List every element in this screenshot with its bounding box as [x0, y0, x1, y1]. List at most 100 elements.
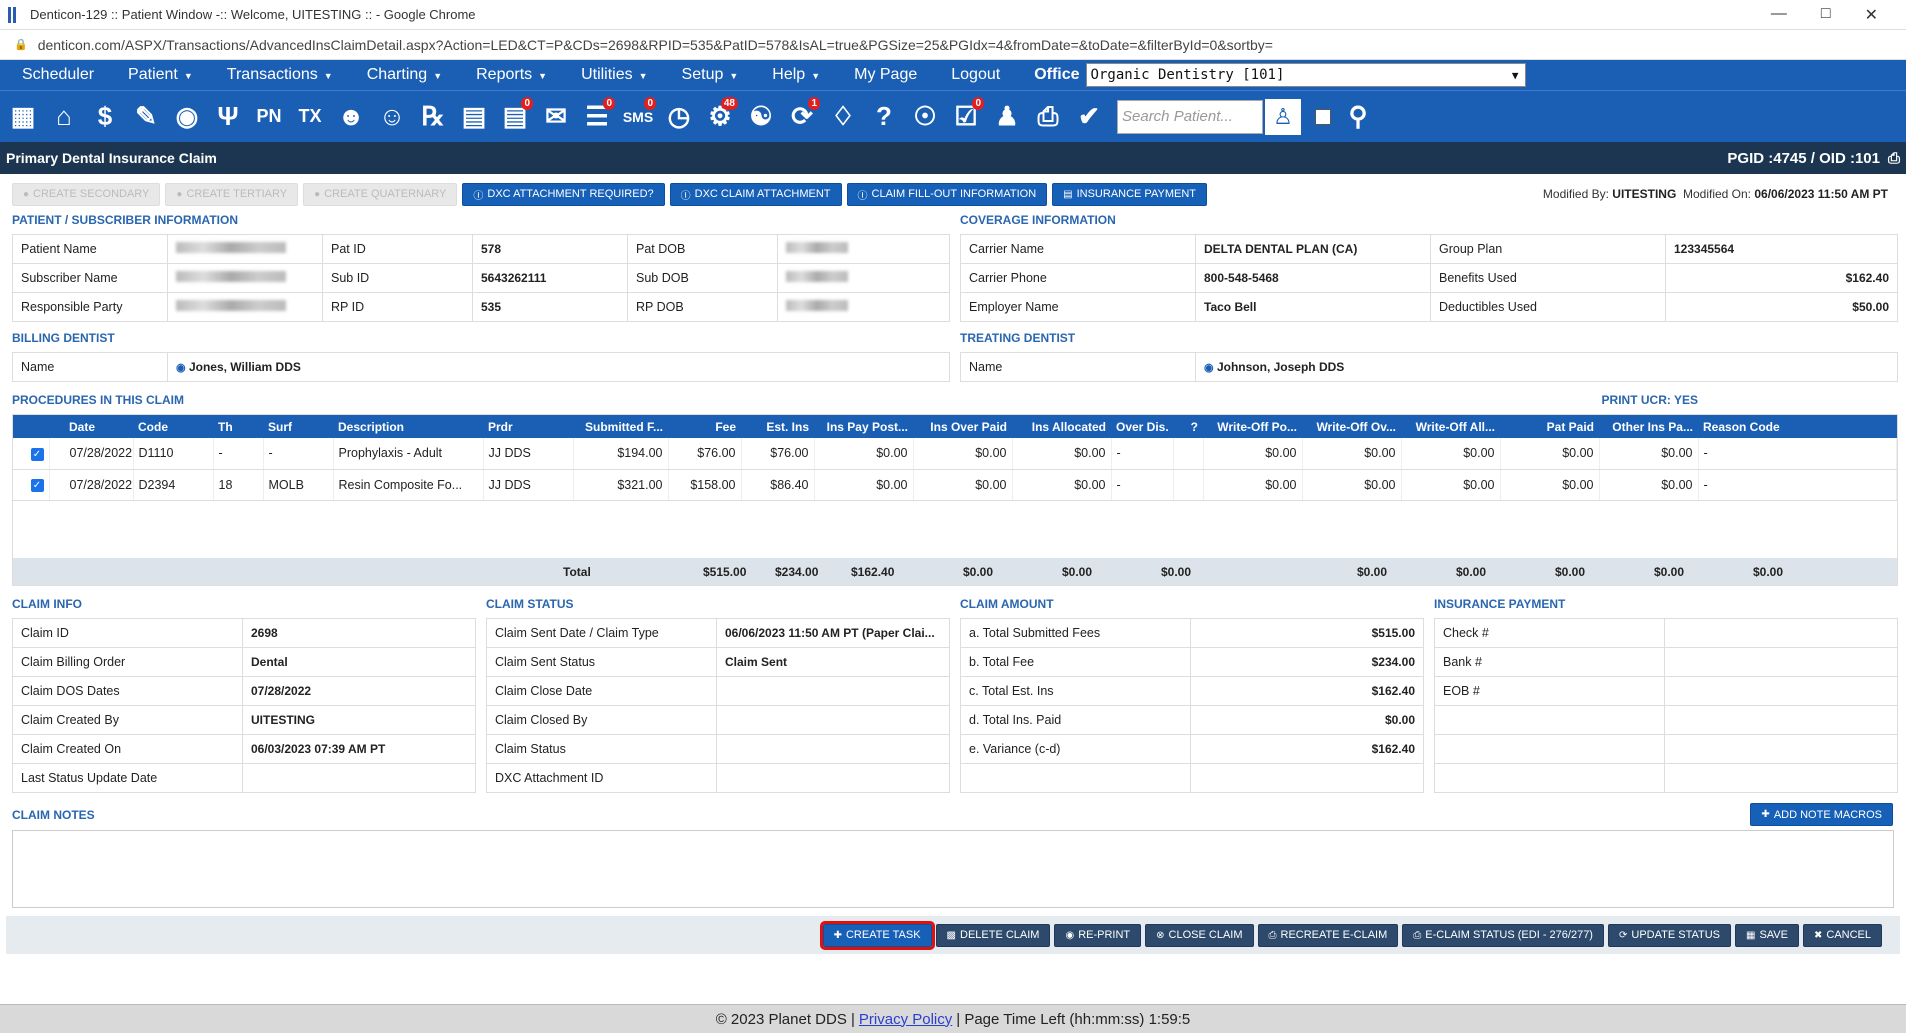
create-task-button[interactable]: ✚ CREATE TASK [819, 920, 935, 950]
menu-transactions[interactable]: Transactions ▼ [227, 66, 333, 84]
column-help-icon[interactable]: ? [1173, 415, 1203, 438]
claims-icon[interactable]: ▤ 0 [496, 96, 534, 137]
group-icon[interactable]: ♟ [988, 97, 1026, 137]
table-row[interactable]: ✓ 07/28/2022 D1110 - - Prophylaxis - Adu… [13, 438, 1897, 470]
privacy-policy-link[interactable]: Privacy Policy [859, 1011, 952, 1028]
office-select[interactable]: Organic Dentistry [101] ▼ [1085, 63, 1526, 87]
close-claim-button[interactable]: ⊗ CLOSE CLAIM [1145, 923, 1254, 947]
notes-header: CLAIM NOTES ✚ ADD NOTE MACROS [12, 803, 1898, 826]
note-icon[interactable]: ▤ [455, 97, 493, 137]
prescription-icon[interactable]: ℞ [414, 97, 452, 137]
save-button[interactable]: ▦ SAVE [1735, 923, 1799, 947]
alerts-icon[interactable]: ⚙ 48 [701, 96, 739, 137]
search-patient-input[interactable]: Search Patient... [1117, 99, 1263, 134]
row-checkbox[interactable]: ✓ [30, 447, 44, 461]
redacted-value [786, 300, 848, 311]
claim-fill-out-button[interactable]: ⓘ CLAIM FILL-OUT INFORMATION [846, 182, 1048, 206]
toolbar-checkbox[interactable] [1315, 108, 1331, 125]
table-row[interactable]: ✓ 07/28/2022 D2394 18 MOLB Resin Composi… [13, 469, 1897, 501]
cancel-button[interactable]: ✖ CANCEL [1802, 923, 1882, 947]
caret-down-icon: ▼ [729, 71, 739, 81]
edit-chart-icon[interactable]: ✎ [127, 97, 165, 137]
treatment-icon[interactable]: TX [291, 97, 329, 137]
caret-down-icon: ▼ [183, 71, 193, 81]
redacted-value [176, 300, 286, 311]
eye-icon[interactable]: ◉ [176, 362, 186, 374]
menu-charting[interactable]: Charting ▼ [367, 66, 442, 84]
printer-icon[interactable]: ⎙ [1888, 150, 1900, 167]
user-search-icon[interactable]: ⚲ [1339, 97, 1377, 137]
insurance-payment-title: INSURANCE PAYMENT [1434, 597, 1566, 611]
caret-down-icon: ▼ [433, 71, 443, 81]
reminders-icon[interactable]: ⟳ 1 [783, 96, 821, 137]
close-icon[interactable]: ✕ [1865, 5, 1878, 25]
maximize-icon[interactable]: □ [1821, 5, 1831, 25]
insurance-payment-button[interactable]: ▤ INSURANCE PAYMENT [1052, 182, 1207, 206]
dxc-attachment-required-button[interactable]: ⓘ DXC ATTACHMENT REQUIRED? [462, 182, 665, 206]
dxc-claim-attachment-button[interactable]: ⓘ DXC CLAIM ATTACHMENT [669, 182, 842, 206]
family-icon[interactable]: ☺ [373, 97, 411, 137]
procedures-total-row: Total $515.00 $234.00 $162.40 $0.00 $0.0… [13, 558, 1897, 585]
reprint-button[interactable]: ◉ RE-PRINT [1054, 923, 1142, 947]
close-circle-icon: ⊗ [1156, 929, 1165, 941]
menu-reports[interactable]: Reports ▼ [476, 66, 547, 84]
web-icon[interactable]: ☉ [906, 97, 944, 137]
create-secondary-button[interactable]: ● CREATE SECONDARY [12, 182, 161, 206]
sms-icon[interactable]: SMS 0 [619, 96, 657, 137]
claim-notes-textarea[interactable] [12, 830, 1894, 908]
minimize-icon[interactable]: — [1771, 5, 1787, 25]
caret-down-icon: ▼ [638, 71, 648, 81]
address-bar[interactable]: 🔒 denticon.com/ASPX/Transactions/Advance… [0, 30, 1906, 60]
tooth-icon[interactable]: ◉ [168, 97, 206, 137]
reprint-icon: ◉ [1065, 929, 1075, 941]
menu-help[interactable]: Help ▼ [772, 66, 820, 84]
help-icon[interactable]: ? [865, 97, 903, 137]
delete-claim-button[interactable]: ▩ DELETE CLAIM [935, 923, 1051, 947]
home-icon[interactable]: ⌂ [45, 97, 83, 137]
chat-icon[interactable]: ☰ 0 [578, 96, 616, 137]
menu-setup[interactable]: Setup ▼ [682, 66, 739, 84]
mail-icon[interactable]: ✉ [537, 97, 575, 137]
create-tertiary-button[interactable]: ● CREATE TERTIARY [165, 182, 299, 206]
icon-toolbar: ▦ ⌂ $ ✎ ◉ Ψ PN TX ☻ ☺ ℞ ▤ ▤ 0 ✉ ☰ 0 SMS 0 ◷… [0, 90, 1906, 142]
menu-logout[interactable]: Logout [951, 66, 1000, 84]
menu-scheduler[interactable]: Scheduler [22, 66, 94, 84]
footer-actions: ✚ CREATE TASK ▩ DELETE CLAIM ◉ RE-PRINT ⊗ CL… [6, 916, 1900, 954]
dollar-icon[interactable]: $ [86, 97, 124, 137]
lock-icon: 🔒 [14, 39, 28, 51]
calendar-icon[interactable]: ▦ [4, 97, 42, 137]
add-note-macros-button[interactable]: ✚ ADD NOTE MACROS [1750, 803, 1893, 826]
patient-table: Patient Name Pat ID 578 Pat DOB Subscriber … [12, 234, 950, 322]
row-checkbox[interactable]: ✓ [30, 479, 44, 492]
eye-icon[interactable]: ◉ [1204, 362, 1214, 374]
tooth-chart-icon[interactable]: Ψ [209, 97, 247, 137]
create-quaternary-button[interactable]: ● CREATE QUATERNARY [303, 182, 458, 206]
eclaim-status-button[interactable]: ⎙ E-CLAIM STATUS (EDI - 276/277) [1402, 923, 1604, 947]
menu-patient[interactable]: Patient ▼ [128, 66, 193, 84]
menu-utilities[interactable]: Utilities ▼ [581, 66, 647, 84]
claim-amount-table: a. Total Submitted Fees $515.00 b. Total … [960, 618, 1424, 793]
page-header: Primary Dental Insurance Claim PGID :474… [0, 142, 1906, 174]
check-icon[interactable]: ✔ [1070, 97, 1108, 137]
progress-notes-icon[interactable]: PN [250, 97, 288, 137]
dental-icon[interactable]: ♢ [824, 97, 862, 137]
list-icon: ▤ [1063, 188, 1073, 200]
info-icon: ⓘ [680, 190, 691, 202]
page-ids: PGID :4745 / OID :101 [1727, 149, 1880, 167]
eob-icon[interactable]: ☑ 0 [947, 96, 985, 137]
recreate-eclaim-button[interactable]: ⎙ RECREATE E-CLAIM [1257, 923, 1399, 947]
clock-icon[interactable]: ◷ [660, 97, 698, 137]
update-status-button[interactable]: ⟳ UPDATE STATUS [1607, 923, 1731, 947]
window-title: Denticon-129 :: Patient Window -:: Welco… [30, 7, 476, 22]
x-icon: ✖ [1813, 929, 1823, 941]
caret-down-icon: ▼ [323, 71, 333, 81]
footer-copyright: © 2023 Planet DDS | Privacy Policy | Pag… [0, 1004, 1906, 1033]
save-icon: ▦ [1746, 929, 1756, 941]
patient-search-icon[interactable]: ♙ [1265, 98, 1301, 135]
add-patient-icon[interactable]: ☻ [332, 97, 370, 137]
support-icon[interactable]: ☯ [742, 97, 780, 137]
claim-amount-title: CLAIM AMOUNT [960, 597, 1054, 611]
page-title: Primary Dental Insurance Claim [6, 150, 217, 166]
print-icon[interactable]: ⎙ [1029, 97, 1067, 137]
menu-my-page[interactable]: My Page [854, 66, 917, 84]
